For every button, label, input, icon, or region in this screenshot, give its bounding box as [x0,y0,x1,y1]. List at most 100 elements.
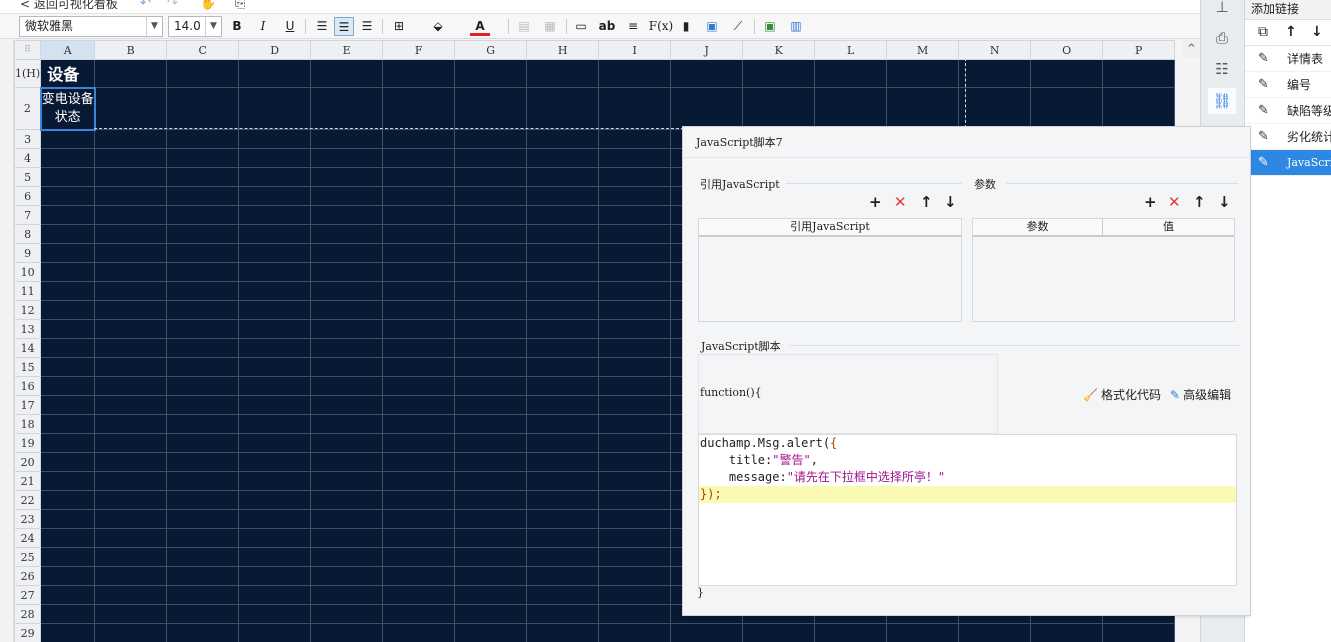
cell-properties-icon[interactable]: ⊥ [1208,0,1236,20]
cell-d22[interactable] [238,490,312,510]
cell-a20[interactable] [40,452,96,472]
cell-c17[interactable] [166,395,240,415]
cell-c24[interactable] [166,528,240,548]
cell-l1[interactable] [814,59,888,88]
cell-i9[interactable] [598,243,672,263]
cell-b9[interactable] [94,243,168,263]
cell-d15[interactable] [238,357,312,377]
align-center-icon[interactable]: ☰ [334,17,354,36]
column-header-f[interactable]: F [382,40,456,60]
column-header-j[interactable]: J [670,40,744,60]
cell-a24[interactable] [40,528,96,548]
add-param-icon[interactable]: + [1144,194,1157,210]
row-header[interactable]: 21 [13,471,42,491]
row-header[interactable]: 16 [13,376,42,396]
cell-e24[interactable] [310,528,384,548]
cell-a27[interactable] [40,585,96,605]
cell-d18[interactable] [238,414,312,434]
cell-d4[interactable] [238,148,312,168]
cell-h17[interactable] [526,395,600,415]
cell-f1[interactable] [382,59,456,88]
cell-f26[interactable] [382,566,456,586]
cell-b27[interactable] [94,585,168,605]
row-header[interactable]: 15 [13,357,42,377]
column-header-e[interactable]: E [310,40,384,60]
cell-i24[interactable] [598,528,672,548]
row-header[interactable]: 5 [13,167,42,187]
link-item[interactable]: ✎ 详情表 [1245,46,1331,72]
cell-g15[interactable] [454,357,528,377]
cell-c12[interactable] [166,300,240,320]
cell-b6[interactable] [94,186,168,206]
cell-c21[interactable] [166,471,240,491]
cell-c14[interactable] [166,338,240,358]
row-header[interactable]: 23 [13,509,42,529]
cell-n29[interactable] [958,623,1032,642]
cell-b29[interactable] [94,623,168,642]
format-code-button[interactable]: 🧹 格式化代码 [1083,386,1161,403]
cell-g10[interactable] [454,262,528,282]
cell-f11[interactable] [382,281,456,301]
cell-g13[interactable] [454,319,528,339]
cell-f19[interactable] [382,433,456,453]
align-left-icon[interactable]: ☰ [312,17,332,36]
move-down-icon[interactable]: ↓ [1218,194,1231,210]
widget-settings-icon[interactable]: ☷ [1208,56,1236,82]
cell-e10[interactable] [310,262,384,282]
underline-button[interactable]: U [280,17,300,36]
cell-h3[interactable] [526,129,600,149]
insert-row-icon[interactable]: ▭ [571,17,591,36]
cell-a26[interactable] [40,566,96,586]
cell-e13[interactable] [310,319,384,339]
cell-e3[interactable] [310,129,384,149]
row-header[interactable]: 13 [13,319,42,339]
cell-o1[interactable] [1030,59,1104,88]
cell-e26[interactable] [310,566,384,586]
cell-h25[interactable] [526,547,600,567]
cell-i4[interactable] [598,148,672,168]
cell-c15[interactable] [166,357,240,377]
cell-h5[interactable] [526,167,600,187]
cell-p2[interactable] [1102,87,1176,130]
delete-param-icon[interactable]: ✕ [1168,194,1181,210]
cell-f20[interactable] [382,452,456,472]
move-up-icon[interactable]: ↑ [1285,24,1297,40]
cell-h4[interactable] [526,148,600,168]
cell-f22[interactable] [382,490,456,510]
cell-b11[interactable] [94,281,168,301]
cell-f7[interactable] [382,205,456,225]
cell-d23[interactable] [238,509,312,529]
cell-i15[interactable] [598,357,672,377]
row-header[interactable]: 1(H) [13,59,42,88]
cell-h1[interactable] [526,59,600,88]
cell-f6[interactable] [382,186,456,206]
column-header-g[interactable]: G [454,40,528,60]
text-icon[interactable]: ab [597,17,617,36]
cell-b21[interactable] [94,471,168,491]
cell-g1[interactable] [454,59,528,88]
cell-b14[interactable] [94,338,168,358]
cell-g9[interactable] [454,243,528,263]
cell-i26[interactable] [598,566,672,586]
cell-h22[interactable] [526,490,600,510]
cell-e6[interactable] [310,186,384,206]
cell-c1[interactable] [166,59,240,88]
cell-f21[interactable] [382,471,456,491]
cell-c27[interactable] [166,585,240,605]
cell-n2[interactable] [958,87,1032,130]
cell-h18[interactable] [526,414,600,434]
cell-d9[interactable] [238,243,312,263]
cell-i8[interactable] [598,224,672,244]
cell-i11[interactable] [598,281,672,301]
cell-e27[interactable] [310,585,384,605]
cell-m2[interactable] [886,87,960,130]
cell-i23[interactable] [598,509,672,529]
cell-a17[interactable] [40,395,96,415]
cell-c13[interactable] [166,319,240,339]
cell-d8[interactable] [238,224,312,244]
cell-b19[interactable] [94,433,168,453]
cell-i14[interactable] [598,338,672,358]
cell-g20[interactable] [454,452,528,472]
cell-e12[interactable] [310,300,384,320]
cell-c16[interactable] [166,376,240,396]
